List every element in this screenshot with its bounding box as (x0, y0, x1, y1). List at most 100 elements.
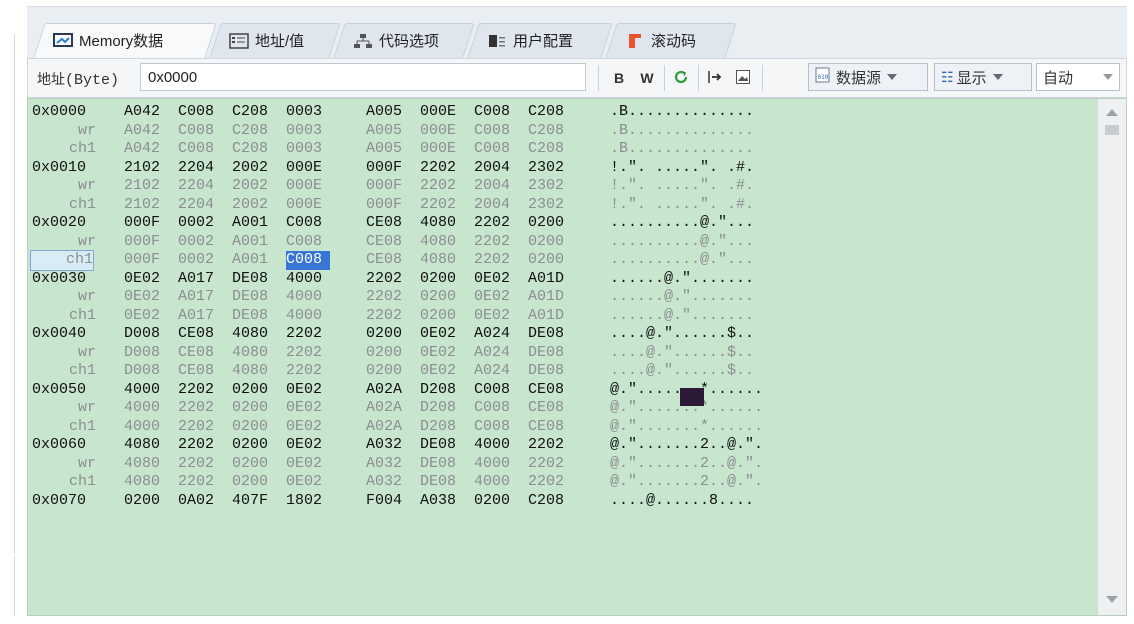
memory-word[interactable]: 000E (286, 196, 330, 215)
memory-word[interactable]: 000F (124, 251, 168, 270)
memory-word[interactable]: 2004 (474, 177, 518, 196)
memory-word[interactable]: 0E02 (124, 288, 168, 307)
memory-word[interactable]: 0003 (286, 103, 330, 122)
memory-word[interactable]: 4080 (420, 233, 464, 252)
memory-word[interactable]: 2204 (178, 196, 222, 215)
memory-word[interactable]: F004 (366, 492, 410, 511)
memory-word[interactable]: 2002 (232, 159, 276, 178)
tab-user-config[interactable]: 用户配置 (467, 23, 613, 58)
memory-word[interactable]: 0002 (178, 214, 222, 233)
memory-word[interactable]: A024 (474, 362, 518, 381)
memory-word[interactable]: A042 (124, 140, 168, 159)
memory-word[interactable]: 0E02 (420, 344, 464, 363)
memory-word[interactable]: CE08 (366, 233, 410, 252)
memory-word[interactable]: A042 (124, 103, 168, 122)
memory-word[interactable]: 2202 (420, 159, 464, 178)
memory-word[interactable]: 2002 (232, 196, 276, 215)
memory-word[interactable]: C008 (474, 399, 518, 418)
memory-word[interactable]: A032 (366, 473, 410, 492)
memory-word[interactable]: 2202 (366, 307, 410, 326)
memory-word[interactable]: 0002 (178, 251, 222, 270)
memory-word[interactable]: 0200 (528, 233, 572, 252)
memory-word[interactable]: 2202 (474, 233, 518, 252)
memory-word[interactable]: C208 (232, 140, 276, 159)
memory-word[interactable]: C008 (474, 418, 518, 437)
word-mode-button[interactable]: W (635, 65, 659, 91)
memory-word[interactable]: 0E02 (420, 325, 464, 344)
memory-word[interactable]: A001 (232, 251, 276, 270)
memory-word[interactable]: 0002 (178, 233, 222, 252)
memory-word[interactable]: 407F (232, 492, 276, 511)
memory-word[interactable]: A042 (124, 122, 168, 141)
memory-word[interactable]: 2302 (528, 196, 572, 215)
memory-word[interactable]: 0E02 (286, 381, 330, 400)
memory-word[interactable]: 0200 (232, 436, 276, 455)
memory-word[interactable]: 0003 (286, 122, 330, 141)
memory-word[interactable]: A024 (474, 344, 518, 363)
byte-mode-button[interactable]: B (608, 65, 630, 91)
memory-word[interactable]: 2202 (528, 455, 572, 474)
memory-word[interactable]: 4000 (474, 473, 518, 492)
memory-word[interactable]: 000E (286, 177, 330, 196)
memory-word[interactable]: DE08 (528, 344, 572, 363)
memory-word[interactable]: 000F (124, 233, 168, 252)
memory-word[interactable]: 2302 (528, 177, 572, 196)
memory-word[interactable]: 4000 (124, 381, 168, 400)
memory-word[interactable]: 0E02 (474, 307, 518, 326)
memory-word[interactable]: 2202 (286, 362, 330, 381)
memory-word[interactable]: 2202 (178, 473, 222, 492)
memory-word[interactable]: 000E (420, 140, 464, 159)
memory-word[interactable]: 4080 (420, 214, 464, 233)
memory-word[interactable]: 2102 (124, 159, 168, 178)
memory-word[interactable]: 0200 (232, 418, 276, 437)
memory-word[interactable]: CE08 (528, 399, 572, 418)
memory-word[interactable]: C008 (178, 122, 222, 141)
memory-word[interactable]: 2102 (124, 196, 168, 215)
memory-word[interactable]: 0200 (366, 362, 410, 381)
memory-word[interactable]: 4080 (124, 473, 168, 492)
memory-word[interactable]: A01D (528, 270, 572, 289)
memory-word[interactable]: C008 (286, 233, 330, 252)
memory-word[interactable]: A001 (232, 214, 276, 233)
memory-word[interactable]: C008 (286, 251, 330, 270)
scroll-down-icon[interactable] (1106, 596, 1118, 603)
memory-word[interactable]: 2202 (474, 251, 518, 270)
memory-word[interactable]: 4000 (286, 307, 330, 326)
memory-word[interactable]: 0200 (366, 325, 410, 344)
memory-word[interactable]: CE08 (528, 418, 572, 437)
memory-word[interactable]: C008 (474, 122, 518, 141)
memory-word[interactable]: 2202 (178, 399, 222, 418)
address-input[interactable] (140, 63, 586, 91)
memory-word[interactable]: 0200 (474, 492, 518, 511)
memory-word[interactable]: C208 (528, 122, 572, 141)
image-view-button[interactable] (732, 65, 754, 91)
memory-word[interactable]: 2202 (528, 436, 572, 455)
memory-word[interactable]: 000F (366, 159, 410, 178)
memory-word[interactable]: 000E (420, 103, 464, 122)
memory-word[interactable]: C008 (474, 381, 518, 400)
scroll-thumb[interactable] (1105, 125, 1119, 135)
memory-word[interactable]: A02A (366, 399, 410, 418)
memory-word[interactable]: 4000 (286, 288, 330, 307)
memory-word[interactable]: C008 (178, 140, 222, 159)
memory-word[interactable]: 2004 (474, 159, 518, 178)
memory-word[interactable]: 2202 (366, 288, 410, 307)
memory-word[interactable]: A032 (366, 455, 410, 474)
memory-word[interactable]: CE08 (366, 251, 410, 270)
tab-code-options[interactable]: 代码选项 (333, 23, 475, 58)
memory-word[interactable]: C208 (528, 140, 572, 159)
memory-word[interactable]: D008 (124, 344, 168, 363)
memory-word[interactable]: 0E02 (286, 399, 330, 418)
memory-word[interactable]: A02A (366, 381, 410, 400)
memory-word[interactable]: 0200 (232, 381, 276, 400)
memory-word[interactable]: 2202 (286, 325, 330, 344)
display-dropdown[interactable]: ☷ 显示 (934, 63, 1032, 91)
memory-word[interactable]: A017 (178, 307, 222, 326)
memory-word[interactable]: 2202 (178, 418, 222, 437)
memory-view[interactable]: 0x0000 A042 C008 C208 0003 A005 000E C008 C208 .B… (27, 98, 1127, 616)
memory-word[interactable]: 2004 (474, 196, 518, 215)
memory-word[interactable]: 4080 (124, 436, 168, 455)
memory-word[interactable]: D008 (124, 325, 168, 344)
tab-address-value[interactable]: 地址/值 (209, 23, 341, 58)
memory-word[interactable]: 0A02 (178, 492, 222, 511)
